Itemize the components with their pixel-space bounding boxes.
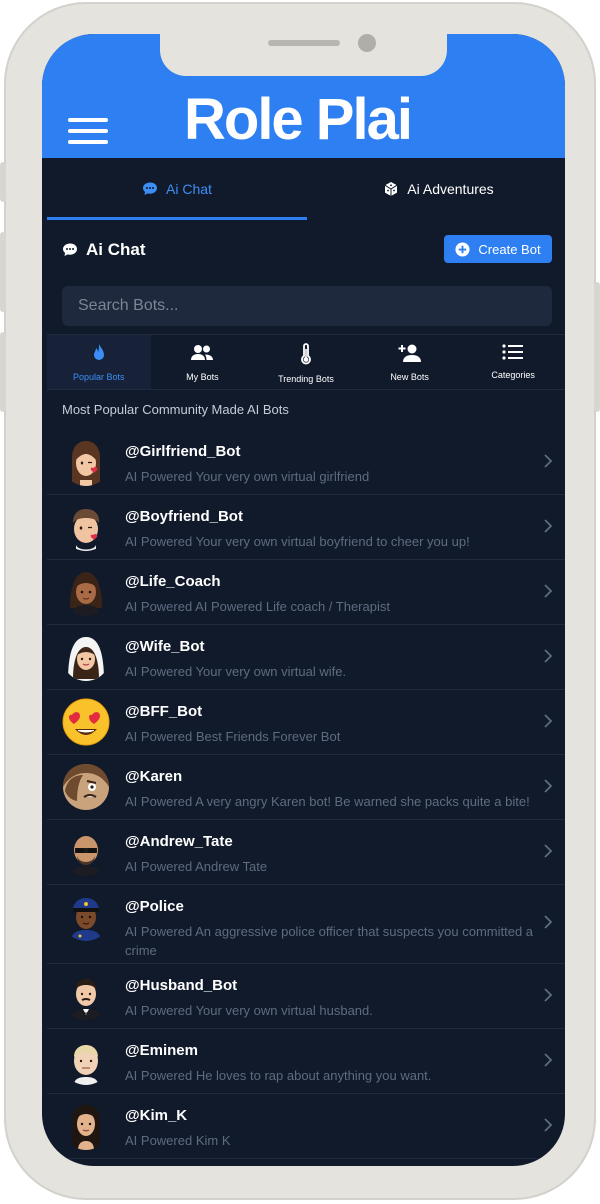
bot-name: @Girlfriend_Bot	[125, 443, 241, 460]
chevron-right-icon	[544, 454, 553, 468]
power-button	[594, 282, 600, 412]
bot-row-eminem[interactable]: @Eminem AI Powered He loves to rap about…	[47, 1029, 565, 1094]
app-screen: Role Plai Ai Chat Ai Adventures Ai Chat …	[42, 34, 565, 1166]
front-camera	[358, 34, 376, 52]
bot-name: @Kim_K	[125, 1107, 188, 1124]
bot-list: @Girlfriend_Bot AI Powered Your very own…	[47, 430, 565, 1159]
bot-row-kim-k[interactable]: @Kim_K AI Powered Kim K	[47, 1094, 565, 1159]
active-tab-indicator	[47, 217, 307, 220]
filter-my-bots[interactable]: My Bots	[151, 335, 255, 389]
bot-name: @Life_Coach	[125, 573, 221, 590]
filter-popular-bots[interactable]: Popular Bots	[47, 335, 151, 389]
bot-row-bff[interactable]: @BFF_Bot AI Powered Best Friends Forever…	[47, 690, 565, 755]
chevron-right-icon	[544, 649, 553, 663]
bot-description: AI Powered An aggressive police officer …	[125, 924, 534, 958]
bot-name: @Husband_Bot	[125, 977, 238, 994]
chevron-right-icon	[544, 519, 553, 533]
filter-categories[interactable]: Categories	[461, 335, 565, 389]
husband-avatar-icon	[62, 972, 110, 1020]
bot-row-husband[interactable]: @Husband_Bot AI Powered Your very own vi…	[47, 964, 565, 1029]
boyfriend-avatar-icon	[62, 503, 110, 551]
bot-name: @Karen	[125, 768, 183, 785]
bot-row-karen[interactable]: @Karen AI Powered A very angry Karen bot…	[47, 755, 565, 820]
bot-row-wife[interactable]: @Wife_Bot AI Powered Your very own virtu…	[47, 625, 565, 690]
chat-bubble-icon	[62, 242, 78, 258]
chevron-right-icon	[544, 988, 553, 1002]
bot-description: AI Powered Best Friends Forever Bot	[125, 729, 341, 744]
create-bot-label: Create Bot	[478, 241, 541, 257]
bot-name: @BFF_Bot	[125, 703, 203, 720]
filter-trending-bots[interactable]: Trending Bots	[254, 335, 358, 389]
volume-down-button	[0, 332, 6, 412]
bot-row-police[interactable]: @Police AI Powered An aggressive police …	[47, 885, 565, 964]
bot-name: @Police	[125, 898, 184, 915]
tab-bar: Ai Chat Ai Adventures	[42, 158, 565, 220]
chevron-right-icon	[544, 1118, 553, 1132]
app-logo: Role Plai	[184, 87, 413, 152]
chevron-right-icon	[544, 584, 553, 598]
bot-description: AI Powered Andrew Tate	[125, 859, 268, 874]
bot-description: AI Powered AI Powered Life coach / Thera…	[125, 599, 390, 614]
bot-description: AI Powered Your very own virtual boyfrie…	[125, 534, 470, 549]
bot-name: @Andrew_Tate	[125, 833, 233, 850]
hamburger-menu-icon[interactable]	[68, 118, 110, 146]
wife-avatar-icon	[62, 633, 110, 681]
mute-switch	[0, 162, 6, 202]
eminem-avatar-icon	[62, 1037, 110, 1085]
bot-description: AI Powered Kim K	[125, 1133, 231, 1148]
andrew-tate-avatar-icon	[62, 828, 110, 876]
kim-k-avatar-icon	[62, 1102, 110, 1150]
create-bot-button[interactable]: Create Bot	[444, 235, 552, 263]
filter-label: Categories	[491, 370, 535, 380]
list-heading: Most Popular Community Made AI Bots	[62, 402, 289, 417]
tab-ai-adventures-label: Ai Adventures	[407, 181, 494, 197]
filter-label: My Bots	[186, 372, 219, 382]
bot-row-life-coach[interactable]: @Life_Coach AI Powered AI Powered Life c…	[47, 560, 565, 625]
thermometer-icon	[299, 343, 313, 370]
device-notch	[160, 34, 447, 76]
filter-bar: Popular Bots My Bots Trending Bots New B…	[47, 334, 565, 390]
chevron-right-icon	[544, 1053, 553, 1067]
bot-name: @Eminem	[125, 1042, 198, 1059]
section-title-text: Ai Chat	[86, 240, 146, 259]
filter-label: Trending Bots	[278, 374, 334, 384]
chevron-right-icon	[544, 779, 553, 793]
volume-up-button	[0, 232, 6, 312]
flame-icon	[90, 343, 108, 368]
filter-label: New Bots	[390, 372, 429, 382]
chevron-right-icon	[544, 844, 553, 858]
list-icon	[502, 343, 524, 366]
bot-row-girlfriend[interactable]: @Girlfriend_Bot AI Powered Your very own…	[47, 430, 565, 495]
chat-bubble-icon	[142, 181, 158, 197]
bot-name: @Boyfriend_Bot	[125, 508, 243, 525]
police-officer-avatar-icon	[62, 893, 110, 941]
section-heading: Ai Chat	[62, 240, 146, 260]
heart-eyes-emoji-icon	[62, 698, 110, 746]
tab-ai-chat-label: Ai Chat	[166, 181, 212, 197]
search-input[interactable]	[62, 286, 552, 326]
bot-row-boyfriend[interactable]: @Boyfriend_Bot AI Powered Your very own …	[47, 495, 565, 560]
bot-row-andrew-tate[interactable]: @Andrew_Tate AI Powered Andrew Tate	[47, 820, 565, 885]
chevron-right-icon	[544, 915, 553, 929]
tab-ai-chat[interactable]: Ai Chat	[47, 158, 307, 220]
user-plus-icon	[398, 343, 422, 368]
bot-description: AI Powered Your very own virtual girlfri…	[125, 469, 370, 484]
filter-label: Popular Bots	[73, 372, 125, 382]
life-coach-avatar-icon	[62, 568, 110, 616]
filter-new-bots[interactable]: New Bots	[358, 335, 462, 389]
bot-description: AI Powered A very angry Karen bot! Be wa…	[125, 794, 530, 809]
plus-circle-icon	[455, 241, 470, 257]
bot-description: AI Powered Your very own virtual wife.	[125, 664, 347, 679]
users-icon	[190, 343, 214, 368]
bot-description: AI Powered Your very own virtual husband…	[125, 1003, 373, 1018]
phone-frame: Role Plai Ai Chat Ai Adventures Ai Chat …	[0, 2, 600, 1200]
chevron-right-icon	[544, 714, 553, 728]
bot-description: AI Powered He loves to rap about anythin…	[125, 1068, 432, 1083]
bot-name: @Wife_Bot	[125, 638, 205, 655]
dice-icon	[383, 181, 399, 197]
karen-avatar-icon	[62, 763, 110, 811]
speaker-grille	[268, 40, 340, 46]
tab-ai-adventures[interactable]: Ai Adventures	[312, 158, 565, 220]
girlfriend-avatar-icon	[62, 438, 110, 486]
